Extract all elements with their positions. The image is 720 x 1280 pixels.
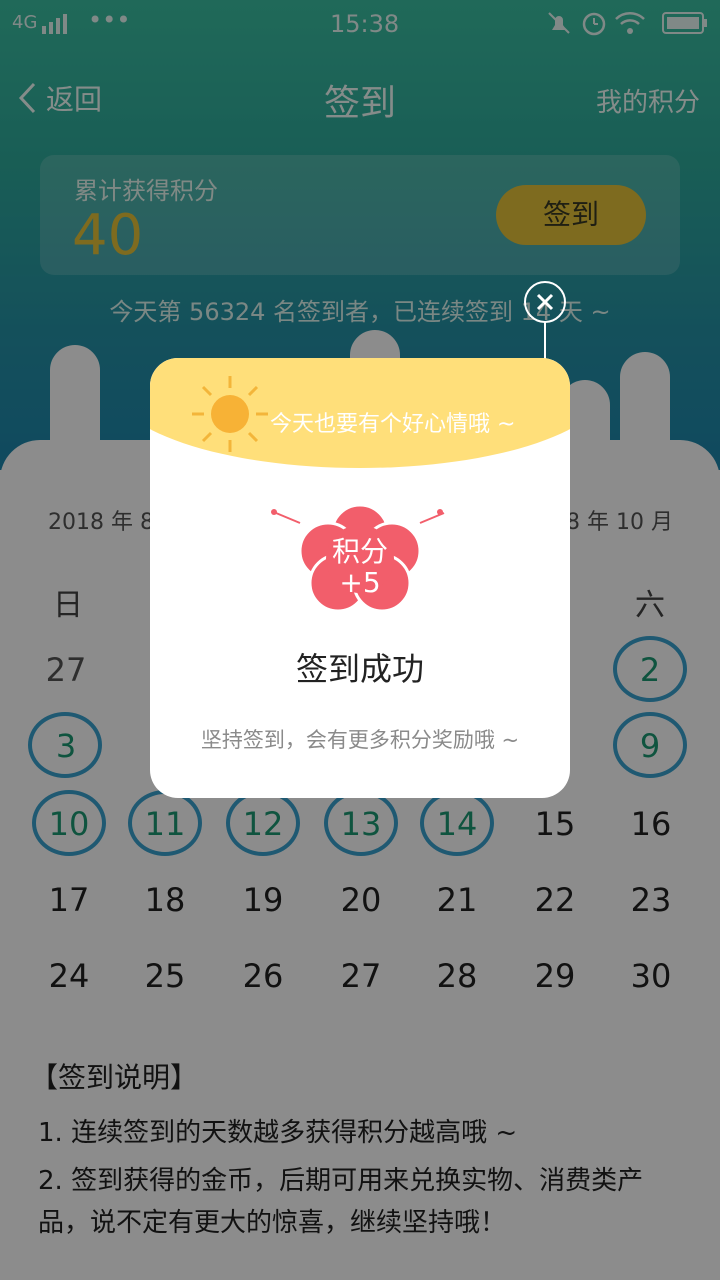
close-button[interactable] <box>524 281 566 323</box>
close-icon <box>536 293 554 311</box>
badge-value: +5 <box>339 566 381 599</box>
signin-success-modal: 今天也要有个好心情哦 ~ 积分 +5 签到成功 坚持签到，会有更多积分奖励哦 ~ <box>150 358 570 798</box>
modal-subtitle: 坚持签到，会有更多积分奖励哦 ~ <box>200 728 520 752</box>
badge-label: 积分 <box>331 535 388 568</box>
modal-banner-text: 今天也要有个好心情哦 ~ <box>270 412 516 437</box>
sun-icon <box>192 376 268 452</box>
close-connector <box>544 322 546 362</box>
modal-title: 签到成功 <box>295 650 424 688</box>
